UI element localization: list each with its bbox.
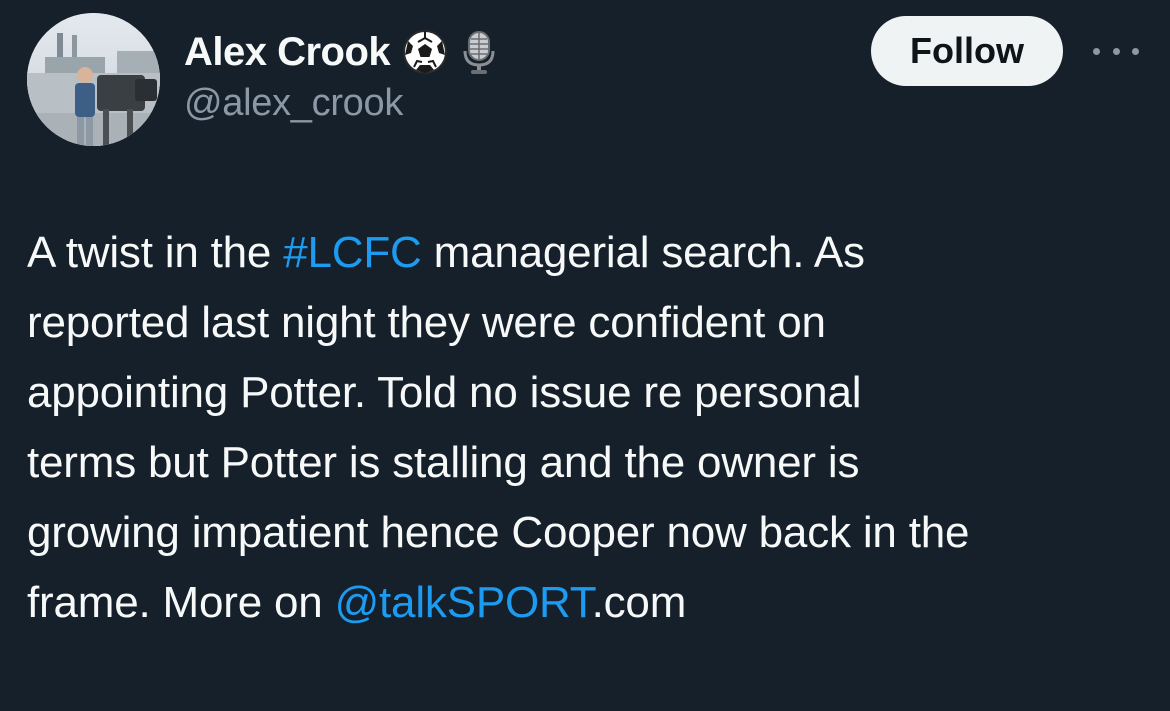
tweet-text-segment: appointing Potter. Told no issue re pers… xyxy=(27,368,862,417)
avatar-photo xyxy=(27,13,160,146)
tweet-text-segment: frame. More on xyxy=(27,578,335,627)
tweet-line: A twist in the #LCFC managerial search. … xyxy=(27,218,1152,288)
soccer-ball-icon xyxy=(402,29,448,75)
tweet-text-segment: .com xyxy=(591,578,687,627)
tweet-line: growing impatient hence Cooper now back … xyxy=(27,498,1152,568)
author-name-row: Alex Crook xyxy=(184,26,502,78)
tweet-text: A twist in the #LCFC managerial search. … xyxy=(27,218,1152,638)
tweet-text-segment: terms but Potter is stalling and the own… xyxy=(27,438,860,487)
studio-microphone-icon xyxy=(456,29,502,75)
author-handle[interactable]: @alex_crook xyxy=(184,82,403,125)
tweet-line: frame. More on @talkSPORT.com xyxy=(27,568,1152,638)
more-horizontal-icon[interactable] xyxy=(1093,36,1139,66)
author-display-name[interactable]: Alex Crook xyxy=(184,30,391,75)
tweet-card: Alex Crook @alex_crook Follow A twist in… xyxy=(0,0,1170,711)
tweet-text-segment: growing impatient hence Cooper now back … xyxy=(27,508,970,557)
hashtag-link[interactable]: #LCFC xyxy=(283,228,422,277)
tweet-line: reported last night they were confident … xyxy=(27,288,1152,358)
tweet-text-segment: A twist in the xyxy=(27,228,284,277)
avatar[interactable] xyxy=(27,13,160,146)
more-dot xyxy=(1132,47,1139,55)
tweet-line: terms but Potter is stalling and the own… xyxy=(27,428,1152,498)
tweet-text-segment: reported last night they were confident … xyxy=(27,298,826,347)
mention-link[interactable]: @talkSPORT xyxy=(335,578,592,627)
tweet-line: appointing Potter. Told no issue re pers… xyxy=(27,358,1152,428)
more-dot xyxy=(1093,47,1100,55)
more-dot xyxy=(1112,47,1120,55)
tweet-text-segment: managerial search. As xyxy=(421,228,865,277)
follow-button[interactable]: Follow xyxy=(871,16,1063,86)
